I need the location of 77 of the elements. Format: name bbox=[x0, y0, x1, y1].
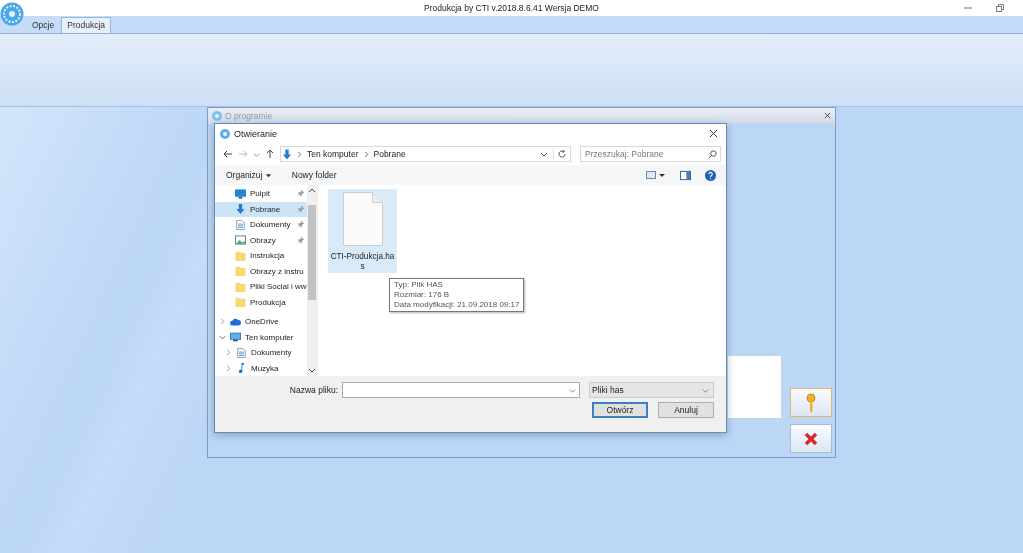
breadcrumb[interactable]: Pobrane bbox=[373, 149, 406, 159]
field-label: Nazwa pliku: bbox=[289, 385, 338, 395]
document-icon bbox=[236, 347, 247, 358]
tooltip-line: Rozmiar: 176 B bbox=[394, 290, 451, 300]
tab[interactable]: Produkcja bbox=[61, 17, 112, 33]
blank-file-icon bbox=[342, 192, 383, 246]
picture-icon bbox=[235, 235, 246, 246]
open-button[interactable]: Otwórz bbox=[592, 402, 648, 418]
pin-icon[interactable] bbox=[297, 221, 304, 229]
navigation-item[interactable]: Pliki Social i ww bbox=[215, 279, 307, 295]
key-icon bbox=[806, 392, 816, 413]
key-button[interactable] bbox=[790, 388, 832, 417]
scroll-up-icon[interactable] bbox=[308, 187, 316, 193]
desktop-icon bbox=[235, 188, 246, 199]
navigation-item[interactable]: Pulpit bbox=[215, 186, 307, 202]
file-item[interactable]: CTI-Produkcja.has bbox=[328, 189, 397, 273]
dropdown-caret-icon[interactable] bbox=[540, 150, 548, 158]
close-icon[interactable] bbox=[824, 112, 831, 119]
folder-icon bbox=[235, 266, 246, 277]
cancel-button[interactable] bbox=[790, 424, 832, 453]
document-icon bbox=[235, 219, 246, 230]
dropdown-caret-icon bbox=[702, 386, 709, 394]
forward-arrow-icon[interactable] bbox=[238, 149, 248, 159]
dialog-title: Otwieranie bbox=[234, 128, 279, 139]
folder-icon bbox=[235, 281, 246, 292]
cloud-icon bbox=[230, 316, 241, 327]
download-arrow-icon bbox=[282, 148, 292, 160]
folder-icon bbox=[235, 250, 246, 261]
navigation-item[interactable]: Instrukcja bbox=[215, 248, 307, 264]
app-logo-icon bbox=[212, 110, 222, 121]
file-name-field[interactable] bbox=[342, 382, 580, 398]
computer-icon bbox=[230, 332, 241, 343]
preview-pane-icon[interactable] bbox=[680, 169, 691, 181]
organize-button[interactable]: Organizuj bbox=[221, 169, 277, 181]
navigation-item[interactable]: Ten komputer bbox=[215, 329, 307, 345]
view-options-icon[interactable] bbox=[646, 170, 666, 180]
navigation-item[interactable]: Obrazy z instru bbox=[215, 263, 307, 279]
chevron-right-icon bbox=[297, 150, 302, 158]
close-icon bbox=[804, 431, 818, 446]
navigation-item[interactable]: Muzyka bbox=[215, 360, 307, 376]
help-icon[interactable] bbox=[705, 169, 716, 181]
window-title: Produkcja by CTI v.2018.8.6.41 Wersja DEMO bbox=[424, 3, 599, 13]
navigation-item[interactable]: Dokumenty bbox=[215, 344, 307, 361]
chevron-right-icon bbox=[363, 150, 369, 158]
folder-icon bbox=[235, 297, 246, 308]
navigation-item[interactable]: Obrazy bbox=[215, 232, 307, 248]
pin-icon[interactable] bbox=[297, 236, 304, 244]
search-icon bbox=[708, 149, 717, 159]
navigation-item[interactable]: Produkcja bbox=[215, 294, 307, 310]
download-arrow-icon bbox=[235, 204, 246, 215]
scroll-down-icon[interactable] bbox=[308, 368, 316, 374]
up-arrow-icon[interactable] bbox=[265, 149, 275, 159]
pin-icon[interactable] bbox=[297, 205, 304, 213]
app-logo-icon bbox=[220, 128, 230, 139]
caret-icon bbox=[264, 172, 272, 180]
expand-chevron-icon[interactable] bbox=[219, 318, 226, 326]
restore-icon[interactable] bbox=[995, 3, 1005, 13]
file-type-dropdown[interactable]: Pliki has bbox=[589, 382, 714, 398]
navigation-item[interactable]: Pobrane bbox=[215, 201, 307, 217]
pin-icon[interactable] bbox=[297, 190, 304, 198]
navigation-item[interactable]: Dokumenty bbox=[215, 217, 307, 233]
tab[interactable]: Opcje bbox=[27, 18, 60, 33]
tooltip-line: Typ: Plik HAS bbox=[394, 280, 444, 290]
address-bar[interactable]: Ten komputer Pobrane bbox=[280, 146, 571, 162]
search-field[interactable]: Przeszukaj: Pobrane bbox=[580, 146, 721, 162]
navigation-item[interactable]: OneDrive bbox=[215, 313, 307, 330]
breadcrumb[interactable]: Ten komputer bbox=[307, 149, 359, 159]
back-arrow-icon[interactable] bbox=[223, 149, 233, 159]
app-logo-icon[interactable] bbox=[0, 2, 24, 26]
new-folder-button[interactable]: Nowy folder bbox=[286, 169, 342, 181]
cancel-button[interactable]: Anuluj bbox=[658, 402, 714, 418]
dialog-title: O programie bbox=[225, 110, 274, 121]
close-icon[interactable] bbox=[709, 129, 718, 138]
tooltip-line: Data modyfikacji: 21.09.2018 09:17 bbox=[394, 300, 520, 310]
collapse-chevron-icon[interactable] bbox=[219, 333, 226, 341]
scrollbar[interactable] bbox=[307, 185, 317, 376]
music-note-icon bbox=[236, 363, 247, 374]
